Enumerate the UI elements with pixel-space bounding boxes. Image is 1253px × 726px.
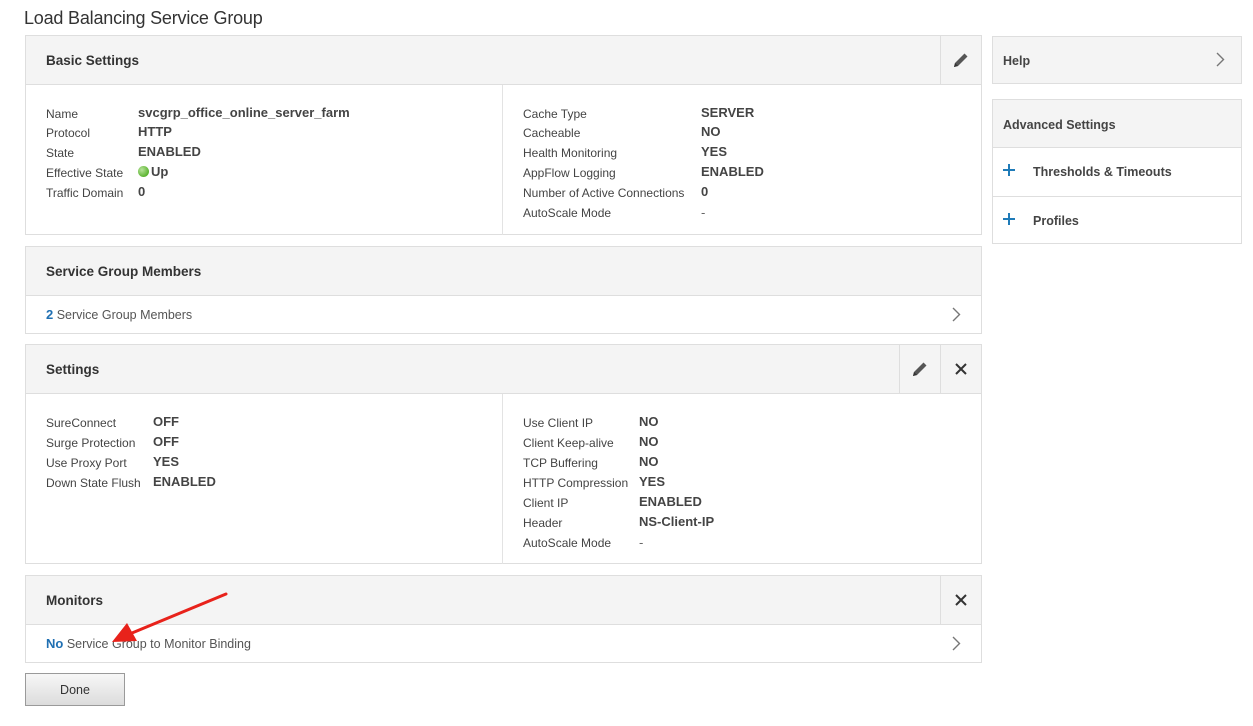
settings-panel: Settings SureConnect OFF Surge Protectio…: [25, 344, 982, 564]
kv-label: Use Client IP: [523, 416, 594, 430]
advanced-item-thresholds-timeouts[interactable]: Thresholds & Timeouts: [993, 148, 1241, 196]
remove-settings-button[interactable]: [940, 345, 981, 393]
pencil-icon: [913, 362, 927, 376]
kv-label: Health Monitoring: [523, 146, 618, 160]
kv-value: -: [701, 205, 706, 220]
edit-basic-settings-button[interactable]: [940, 36, 981, 84]
advanced-item-label: Thresholds & Timeouts: [1033, 165, 1172, 179]
kv-value: svcgrp_office_online_server_farm: [138, 105, 350, 120]
kv-value: NO: [639, 454, 659, 469]
chevron-right-icon: [952, 307, 961, 322]
green-dot-icon: [138, 166, 149, 177]
kv-label: Surge Protection: [46, 436, 136, 450]
monitor-link-text: No Service Group to Monitor Binding: [46, 636, 251, 651]
help-panel[interactable]: Help: [992, 36, 1242, 84]
kv-value: YES: [153, 454, 180, 469]
monitor-count: No: [46, 636, 64, 651]
kv-value: ENABLED: [639, 494, 702, 509]
plus-icon: [1003, 164, 1015, 176]
monitor-link-label: Service Group to Monitor Binding: [63, 637, 251, 651]
help-title: Help: [1003, 54, 1031, 68]
advanced-settings-panel: Advanced Settings Thresholds & Timeouts …: [992, 99, 1242, 244]
kv-value: ENABLED: [138, 144, 201, 159]
kv-label: Use Proxy Port: [46, 456, 127, 470]
kv-label: Traffic Domain: [46, 186, 124, 200]
kv-value: -: [639, 535, 644, 550]
kv-value: NO: [639, 414, 659, 429]
kv-label: AutoScale Mode: [523, 206, 612, 220]
advanced-item-label: Profiles: [1033, 214, 1079, 228]
kv-value: 0: [138, 184, 146, 199]
plus-icon: [1003, 213, 1015, 225]
page-title: Load Balancing Service Group: [24, 8, 263, 28]
column-divider: [502, 85, 503, 235]
kv-value: SERVER: [701, 105, 755, 120]
edit-settings-button[interactable]: [899, 345, 940, 393]
kv-label: Number of Active Connections: [523, 186, 685, 200]
kv-value: NS-Client-IP: [639, 514, 715, 529]
kv-value: OFF: [153, 434, 179, 449]
monitors-title: Monitors: [46, 593, 103, 608]
kv-label: Protocol: [46, 126, 91, 140]
kv-label: Cache Type: [523, 107, 587, 121]
settings-header: Settings: [26, 345, 981, 394]
kv-label: AppFlow Logging: [523, 166, 616, 180]
kv-label: Name: [46, 107, 79, 121]
kv-label: State: [46, 146, 75, 160]
members-header: Service Group Members: [26, 247, 981, 296]
kv-value: ENABLED: [153, 474, 216, 489]
monitors-panel: Monitors No Service Group to Monitor Bin…: [25, 575, 982, 663]
members-link-text: 2 Service Group Members: [46, 307, 192, 322]
basic-settings-title: Basic Settings: [46, 53, 140, 68]
remove-monitors-button[interactable]: [940, 576, 981, 624]
kv-label: Cacheable: [523, 126, 581, 140]
column-divider: [502, 394, 503, 564]
effective-state-value: Up: [151, 164, 169, 179]
monitors-header: Monitors: [26, 576, 981, 625]
kv-value-effective-state: Up: [138, 164, 168, 179]
chevron-right-icon: [1216, 52, 1225, 67]
advanced-settings-header: Advanced Settings: [993, 100, 1241, 148]
pencil-icon: [954, 53, 968, 67]
kv-label: TCP Buffering: [523, 456, 598, 470]
basic-settings-panel: Basic Settings Name svcgrp_office_online…: [25, 35, 982, 235]
service-group-members-link[interactable]: 2 Service Group Members: [26, 296, 981, 333]
service-group-members-panel: Service Group Members 2 Service Group Me…: [25, 246, 982, 334]
chevron-right-icon: [952, 636, 961, 651]
advanced-settings-title: Advanced Settings: [1003, 118, 1116, 132]
kv-label: Client IP: [523, 496, 569, 510]
close-icon: [955, 594, 967, 606]
kv-label: AutoScale Mode: [523, 536, 612, 550]
advanced-item-profiles[interactable]: Profiles: [993, 196, 1241, 244]
done-button[interactable]: Done: [25, 673, 125, 706]
kv-label: Effective State: [46, 166, 124, 180]
kv-label: Client Keep-alive: [523, 436, 614, 450]
basic-settings-header: Basic Settings: [26, 36, 981, 85]
kv-value: OFF: [153, 414, 179, 429]
kv-label: SureConnect: [46, 416, 117, 430]
kv-value: YES: [701, 144, 728, 159]
members-title: Service Group Members: [46, 264, 202, 279]
kv-value: HTTP: [138, 124, 172, 139]
kv-value: ENABLED: [701, 164, 764, 179]
close-icon: [955, 363, 967, 375]
kv-value: NO: [701, 124, 721, 139]
monitor-binding-link[interactable]: No Service Group to Monitor Binding: [26, 625, 981, 662]
kv-value: 0: [701, 184, 709, 199]
settings-title: Settings: [46, 362, 100, 377]
kv-label: Header: [523, 516, 563, 530]
members-link-label: Service Group Members: [53, 308, 193, 322]
kv-label: HTTP Compression: [523, 476, 629, 490]
kv-value: NO: [639, 434, 659, 449]
kv-value: YES: [639, 474, 666, 489]
kv-label: Down State Flush: [46, 476, 141, 490]
